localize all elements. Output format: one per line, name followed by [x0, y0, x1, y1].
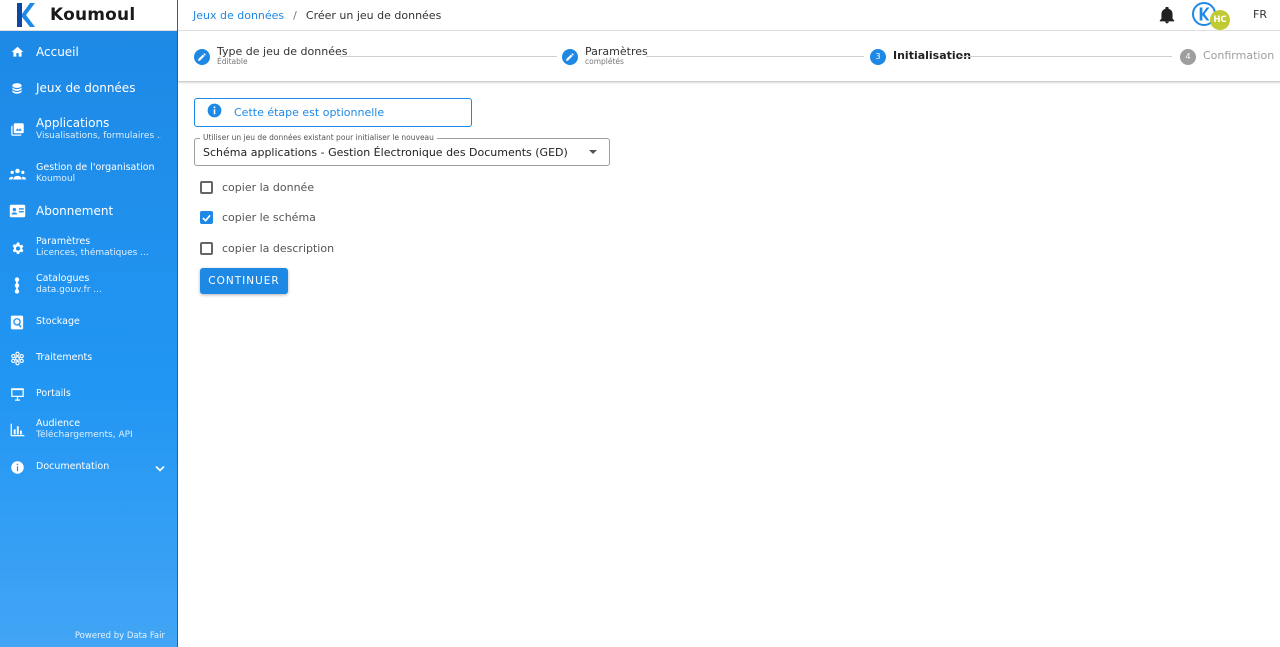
card-account-icon: [8, 202, 26, 220]
koumoul-logo-icon: [17, 3, 35, 27]
pencil-icon: [562, 48, 578, 65]
select-label: Utiliser un jeu de données existant pour…: [200, 133, 437, 142]
brand[interactable]: Koumoul: [0, 0, 177, 31]
sidebar-item-label: Applications: [36, 115, 110, 130]
dropdown-arrow-icon[interactable]: [589, 150, 597, 154]
sidebar-item-stockage[interactable]: Stockage: [0, 311, 177, 333]
sidebar-item-jeux-de-donnees[interactable]: Jeux de données: [0, 77, 177, 99]
checkbox-box[interactable]: [200, 242, 213, 255]
sidebar-item-label: Accueil: [36, 44, 79, 59]
sidebar-item-label: Portails: [36, 388, 71, 400]
stepper: Type de jeu de données Éditable Paramètr…: [178, 31, 1280, 82]
sidebar-item-label: Abonnement: [36, 203, 114, 218]
breadcrumb-link-datasets[interactable]: Jeux de données: [193, 9, 284, 22]
user-avatar: HC: [1210, 10, 1230, 30]
continue-button[interactable]: CONTINUER: [200, 268, 288, 294]
step-number: 3: [870, 48, 886, 65]
checkbox-copy-description[interactable]: copier la description: [200, 242, 334, 255]
source-dataset-select[interactable]: Utiliser un jeu de données existant pour…: [194, 133, 610, 166]
bell-icon[interactable]: [1159, 7, 1175, 24]
sidebar-item-audience[interactable]: Audience Téléchargements, API: [0, 415, 177, 445]
step-connector: [340, 56, 557, 57]
pencil-icon: [194, 48, 210, 65]
home-icon: [8, 43, 26, 61]
select-value: Schéma applications - Gestion Électroniq…: [203, 146, 568, 159]
bar-chart-icon: [8, 421, 26, 439]
step-subtitle: Éditable: [217, 57, 248, 67]
sidebar-item-label: Stockage: [36, 316, 80, 328]
step-subtitle: complétés: [585, 57, 624, 67]
checkbox-label: copier la donnée: [222, 181, 315, 194]
sidebar-item-organisation[interactable]: Gestion de l'organisation Koumoul: [0, 159, 177, 189]
step-number: 4: [1180, 48, 1196, 65]
sidebar-item-catalogues[interactable]: Catalogues data.gouv.fr ...: [0, 270, 177, 300]
sidebar-item-parametres[interactable]: Paramètres Licences, thématiques ...: [0, 233, 177, 263]
sidebar: Koumoul Accueil Jeux de données Applicat…: [0, 0, 178, 647]
checkbox-label: copier le schéma: [222, 211, 316, 224]
step-confirmation[interactable]: 4 Confirmation: [1180, 31, 1274, 82]
sidebar-item-label: Gestion de l'organisation: [36, 162, 155, 174]
storage-icon: [8, 313, 26, 331]
powered-by[interactable]: Powered by Data Fair: [75, 631, 165, 641]
cog-flower-icon: [8, 349, 26, 367]
step-connector: [646, 56, 864, 57]
presentation-icon: [8, 385, 26, 403]
checkbox-copy-schema[interactable]: copier le schéma: [200, 211, 316, 224]
checkbox-label: copier la description: [222, 242, 335, 255]
sidebar-item-label: Jeux de données: [36, 80, 136, 95]
step-parametres[interactable]: Paramètres complétés: [562, 31, 648, 82]
checkbox-box[interactable]: [200, 211, 213, 224]
sidebar-item-label: Audience: [36, 418, 81, 430]
app-name: Koumoul: [50, 5, 136, 25]
sidebar-item-traitements[interactable]: Traitements: [0, 347, 177, 369]
sidebar-item-label: Documentation: [36, 461, 110, 473]
sidebar-item-subtitle: Téléchargements, API: [36, 430, 133, 441]
info-icon: [207, 103, 222, 122]
sidebar-item-subtitle: Koumoul: [36, 174, 76, 185]
step-type[interactable]: Type de jeu de données Éditable: [194, 31, 347, 82]
sidebar-item-applications[interactable]: Applications Visualisations, formulaires…: [0, 113, 177, 145]
sidebar-item-accueil[interactable]: Accueil: [0, 41, 177, 63]
sidebar-item-subtitle: Licences, thématiques ...: [36, 248, 149, 259]
language-switch[interactable]: FR: [1253, 8, 1267, 21]
sidebar-item-subtitle: Visualisations, formulaires ...: [36, 130, 161, 141]
group-icon: [8, 165, 26, 183]
sidebar-item-subtitle: data.gouv.fr ...: [36, 285, 102, 296]
sidebar-item-label: Catalogues: [36, 273, 90, 285]
sidebar-item-label: Traitements: [36, 352, 93, 364]
transit-icon: [8, 276, 26, 294]
sidebar-item-abonnement[interactable]: Abonnement: [0, 200, 177, 222]
step-initialisation[interactable]: 3 Initialisation: [870, 31, 971, 82]
checkbox-copy-data[interactable]: copier la donnée: [200, 181, 314, 194]
breadcrumb-current: Créer un jeu de données: [305, 8, 442, 22]
checkbox-box[interactable]: [200, 181, 213, 194]
sidebar-item-documentation[interactable]: Documentation: [0, 456, 177, 478]
image-icon: [8, 120, 26, 138]
check-icon: [202, 214, 211, 222]
breadcrumb-separator: /: [293, 8, 297, 22]
info-alert: Cette étape est optionnelle: [194, 98, 472, 127]
step-title: Confirmation: [1203, 49, 1275, 63]
sidebar-item-label: Paramètres: [36, 236, 91, 248]
info-icon: [8, 458, 26, 476]
account-avatar[interactable]: HC: [1192, 2, 1230, 30]
topbar: Jeux de données / Créer un jeu de donnée…: [178, 0, 1280, 31]
alert-text: Cette étape est optionnelle: [234, 106, 385, 119]
database-icon: [8, 79, 26, 97]
chevron-down-icon[interactable]: [155, 458, 165, 477]
step-connector: [958, 56, 1172, 57]
gear-icon: [8, 239, 26, 257]
sidebar-item-portails[interactable]: Portails: [0, 383, 177, 405]
